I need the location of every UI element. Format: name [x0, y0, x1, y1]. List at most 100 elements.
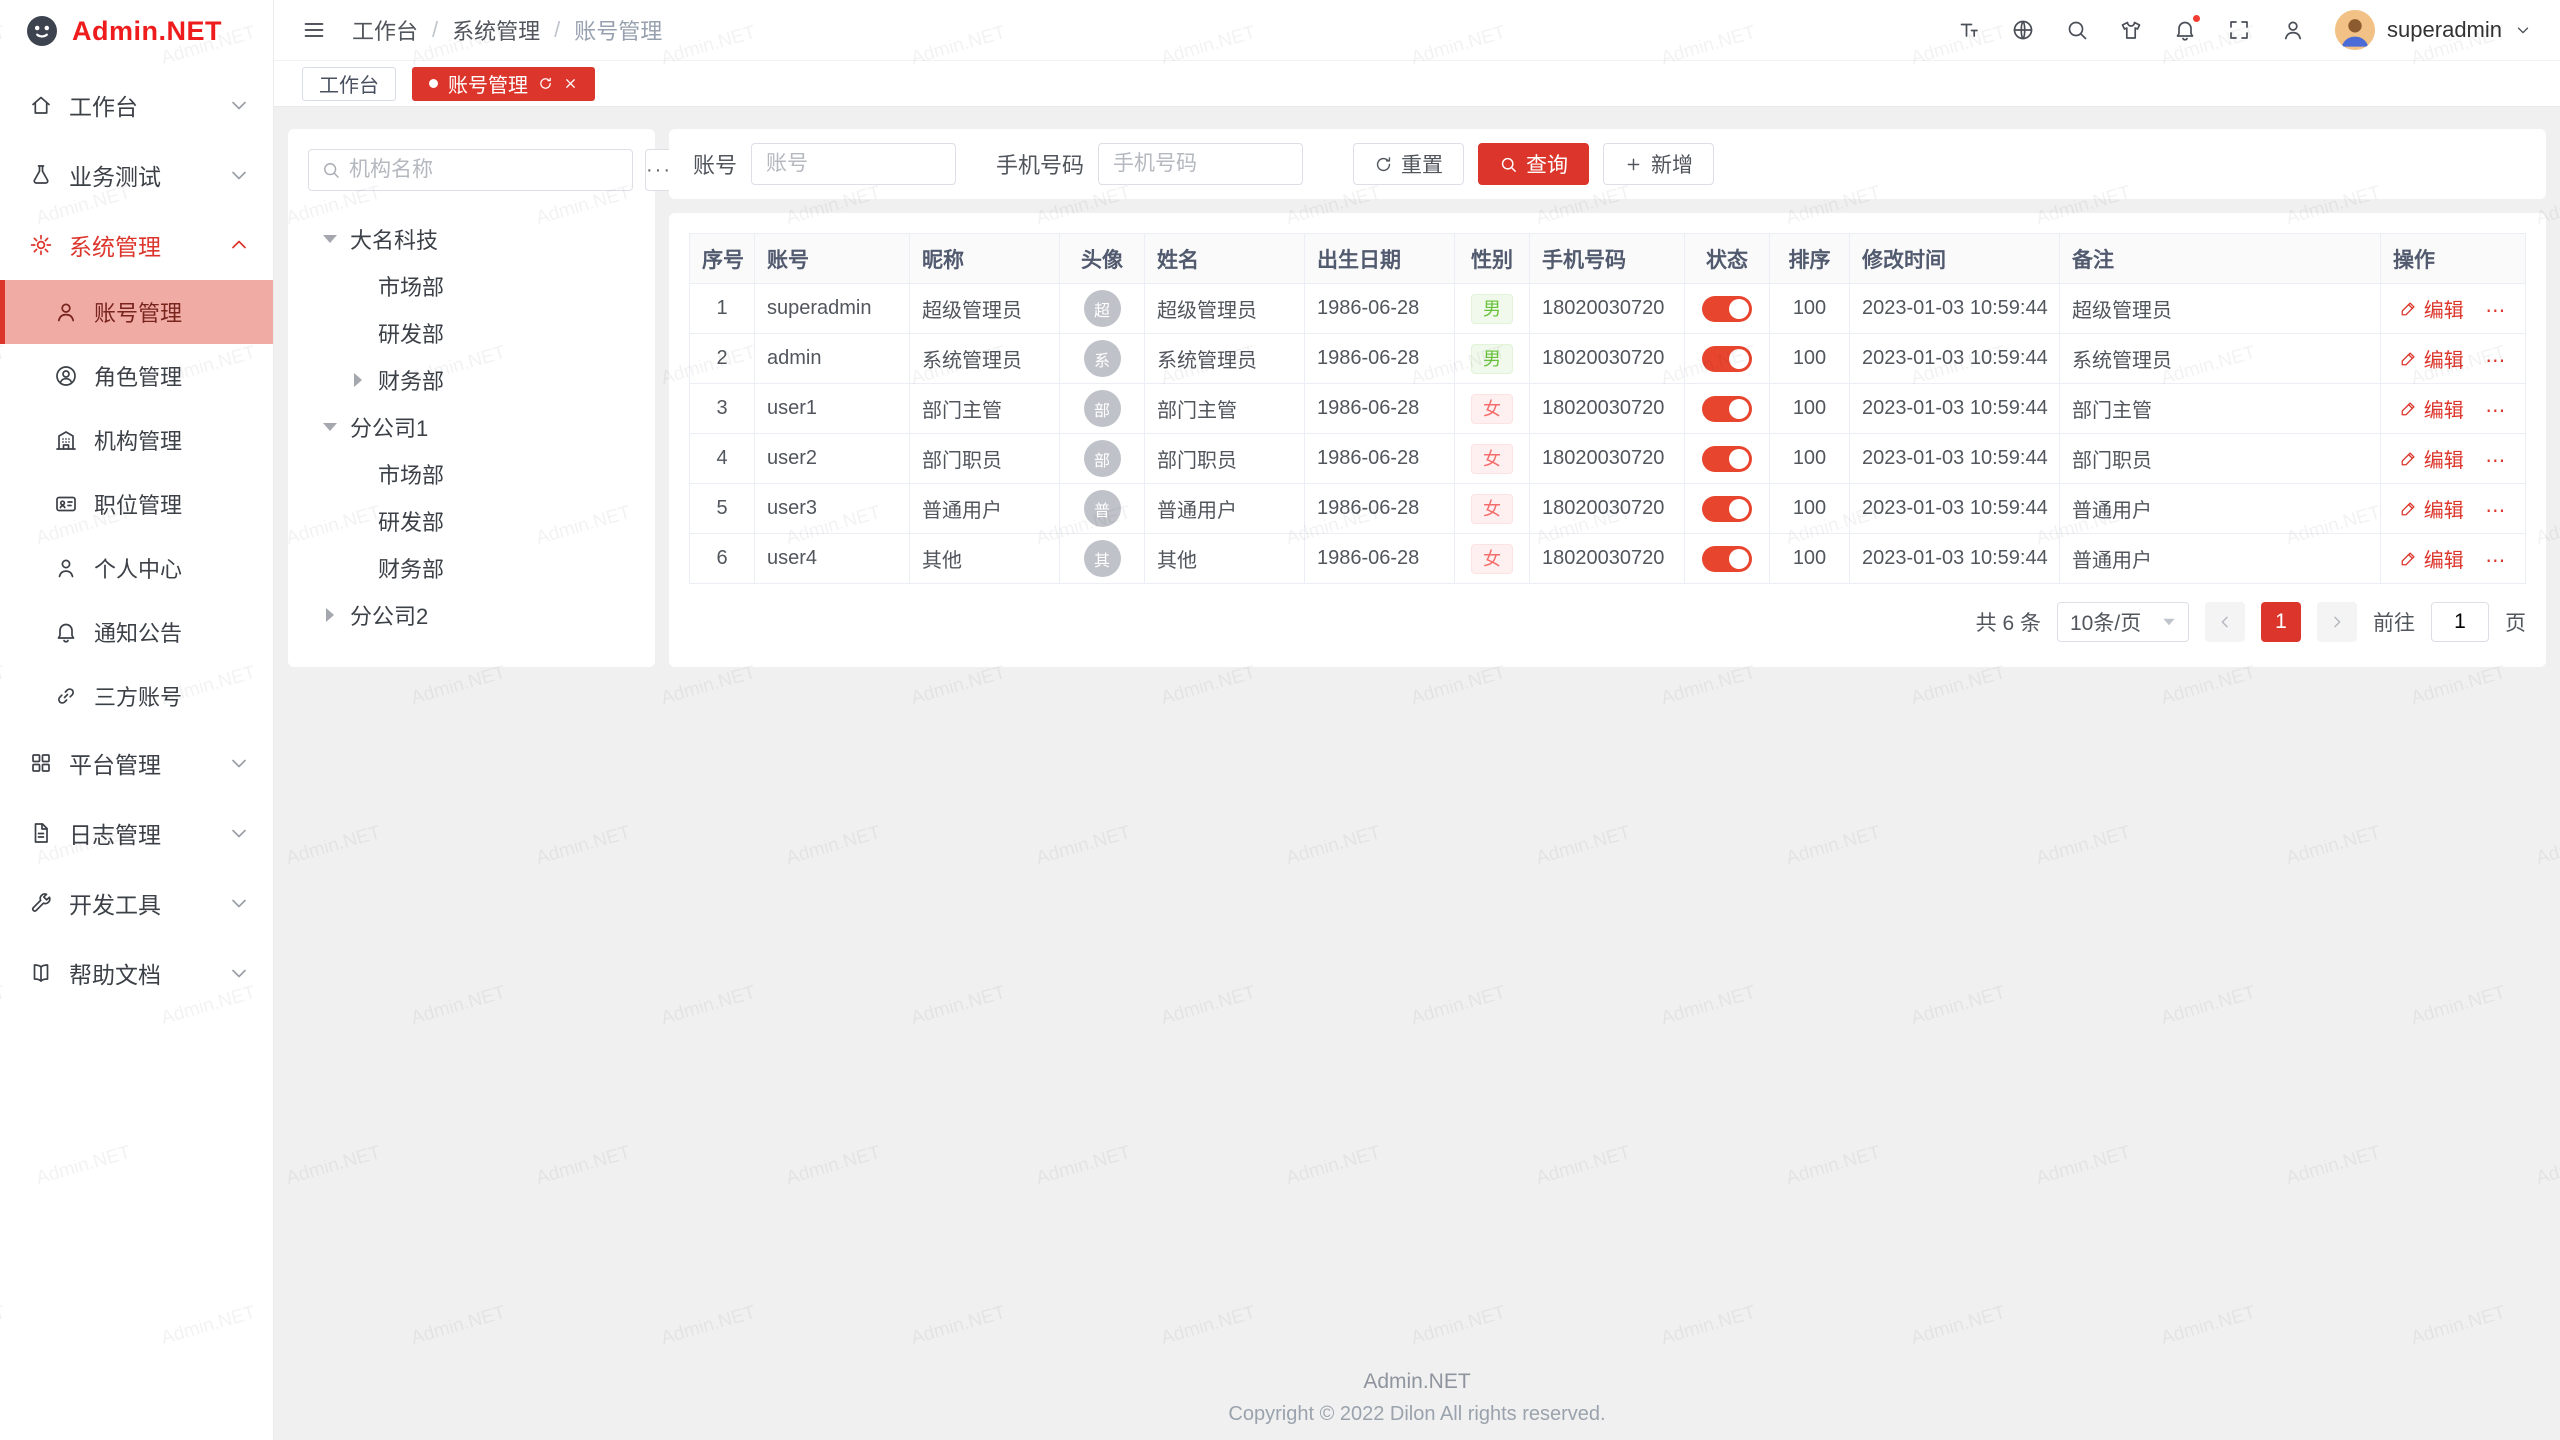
tab-account-management[interactable]: 账号管理 [412, 67, 595, 101]
sidebar-item-workbench[interactable]: 工作台 [0, 70, 273, 140]
org-search-input[interactable] [349, 158, 620, 182]
search-icon[interactable] [2065, 18, 2089, 42]
status-toggle[interactable] [1702, 396, 1752, 422]
tree-caret-right-icon[interactable] [318, 608, 342, 622]
app-logo[interactable]: Admin.NET [0, 0, 273, 62]
tree-caret-right-icon[interactable] [346, 373, 370, 387]
tree-node[interactable]: 市场部 [308, 262, 635, 309]
tree-node[interactable]: 研发部 [308, 497, 635, 544]
sidebar-item-third-party-account[interactable]: 三方账号 [0, 664, 273, 728]
menu-label: 机构管理 [94, 424, 182, 456]
system-submenu: 账号管理 角色管理 机构管理 职位管理 个人中心 通知公告 [0, 280, 273, 728]
notification-bell-icon[interactable] [2173, 18, 2197, 42]
user-menu[interactable]: superadmin [2335, 10, 2532, 50]
tree-node[interactable]: 分公司1 [308, 403, 635, 450]
role-icon [54, 364, 78, 388]
edit-button[interactable]: 编辑 [2400, 294, 2464, 323]
breadcrumb: 工作台 / 系统管理 / 账号管理 [352, 14, 662, 46]
tab-refresh-icon[interactable] [538, 76, 553, 91]
row-more-button[interactable]: ⋯ [2485, 550, 2506, 572]
tree-caret-down-icon[interactable] [318, 235, 342, 243]
breadcrumb-item-workbench[interactable]: 工作台 [352, 14, 418, 46]
tree-node[interactable]: 大名科技 [308, 215, 635, 262]
gender-badge: 男 [1471, 294, 1513, 324]
row-avatar: 超 [1084, 290, 1121, 327]
app-name: Admin.NET [72, 16, 222, 47]
menu-label: 平台管理 [69, 746, 161, 780]
org-tree-panel: ··· 大名科技 市场部 研发部 财务部 [288, 129, 655, 667]
tree-node-label: 研发部 [378, 317, 444, 349]
menu-label: 业务测试 [69, 158, 161, 192]
sidebar-item-role-management[interactable]: 角色管理 [0, 344, 273, 408]
globe-icon[interactable] [2011, 18, 2035, 42]
row-more-button[interactable]: ⋯ [2485, 300, 2506, 322]
prev-page-button[interactable] [2205, 602, 2245, 642]
sidebar: Admin.NET 工作台 业务测试 系统管理 账号管理 角色管理 [0, 0, 274, 1440]
tab-workbench[interactable]: 工作台 [302, 67, 396, 101]
search-button[interactable]: 查询 [1478, 143, 1589, 185]
status-toggle[interactable] [1702, 496, 1752, 522]
tree-node[interactable]: 财务部 [308, 544, 635, 591]
sidebar-item-account-management[interactable]: 账号管理 [0, 280, 273, 344]
status-toggle[interactable] [1702, 546, 1752, 572]
status-toggle[interactable] [1702, 446, 1752, 472]
tree-node[interactable]: 市场部 [308, 450, 635, 497]
edit-button[interactable]: 编辑 [2400, 494, 2464, 523]
tree-caret-down-icon[interactable] [318, 423, 342, 431]
bell-icon [54, 620, 78, 644]
account-filter-input[interactable] [751, 143, 956, 185]
row-avatar: 部 [1084, 440, 1121, 477]
theme-icon[interactable] [2119, 18, 2143, 42]
current-page-button[interactable]: 1 [2261, 602, 2301, 642]
row-more-button[interactable]: ⋯ [2485, 400, 2506, 422]
page-size-select[interactable]: 10条/页 [2057, 602, 2189, 642]
add-button[interactable]: 新增 [1603, 143, 1714, 185]
row-avatar: 普 [1084, 490, 1121, 527]
user-icon [54, 300, 78, 324]
fullscreen-icon[interactable] [2227, 18, 2251, 42]
row-more-button[interactable]: ⋯ [2485, 350, 2506, 372]
sidebar-item-system-management[interactable]: 系统管理 [0, 210, 273, 280]
tree-node-label: 研发部 [378, 505, 444, 537]
sidebar-item-business-test[interactable]: 业务测试 [0, 140, 273, 210]
row-more-button[interactable]: ⋯ [2485, 450, 2506, 472]
edit-button[interactable]: 编辑 [2400, 344, 2464, 373]
sidebar-item-dev-tools[interactable]: 开发工具 [0, 868, 273, 938]
sidebar-item-user-center[interactable]: 个人中心 [0, 536, 273, 600]
status-toggle[interactable] [1702, 346, 1752, 372]
edit-button[interactable]: 编辑 [2400, 544, 2464, 573]
status-toggle[interactable] [1702, 296, 1752, 322]
tab-label: 工作台 [319, 69, 379, 98]
tree-node[interactable]: 研发部 [308, 309, 635, 356]
goto-page-input[interactable] [2431, 602, 2489, 642]
footer-app-name: Admin.NET [1363, 1370, 1470, 1394]
sidebar-item-notice[interactable]: 通知公告 [0, 600, 273, 664]
tree-node[interactable]: 财务部 [308, 356, 635, 403]
row-more-button[interactable]: ⋯ [2485, 500, 2506, 522]
edit-button[interactable]: 编辑 [2400, 394, 2464, 423]
sidebar-item-platform-management[interactable]: 平台管理 [0, 728, 273, 798]
phone-filter-input[interactable] [1098, 143, 1303, 185]
tree-node[interactable]: 分公司2 [308, 591, 635, 638]
sidebar-item-help-docs[interactable]: 帮助文档 [0, 938, 273, 1008]
edit-button[interactable]: 编辑 [2400, 444, 2464, 473]
gender-badge: 女 [1471, 544, 1513, 574]
sidebar-item-org-management[interactable]: 机构管理 [0, 408, 273, 472]
chevron-down-icon [227, 891, 251, 915]
next-page-button[interactable] [2317, 602, 2357, 642]
reset-button[interactable]: 重置 [1353, 143, 1464, 185]
chevron-down-icon [227, 961, 251, 985]
account-filter-label: 账号 [693, 148, 737, 180]
gear-icon [29, 233, 53, 257]
user-center-icon [54, 556, 78, 580]
edit-icon [2400, 449, 2418, 467]
hamburger-menu-icon[interactable] [302, 18, 326, 42]
sidebar-item-log-management[interactable]: 日志管理 [0, 798, 273, 868]
breadcrumb-item-system[interactable]: 系统管理 [452, 14, 540, 46]
edit-icon [2400, 549, 2418, 567]
page-unit-label: 页 [2505, 607, 2526, 637]
user-icon[interactable] [2281, 18, 2305, 42]
font-size-icon[interactable] [1957, 18, 1981, 42]
sidebar-item-position-management[interactable]: 职位管理 [0, 472, 273, 536]
tab-close-icon[interactable] [563, 76, 578, 91]
